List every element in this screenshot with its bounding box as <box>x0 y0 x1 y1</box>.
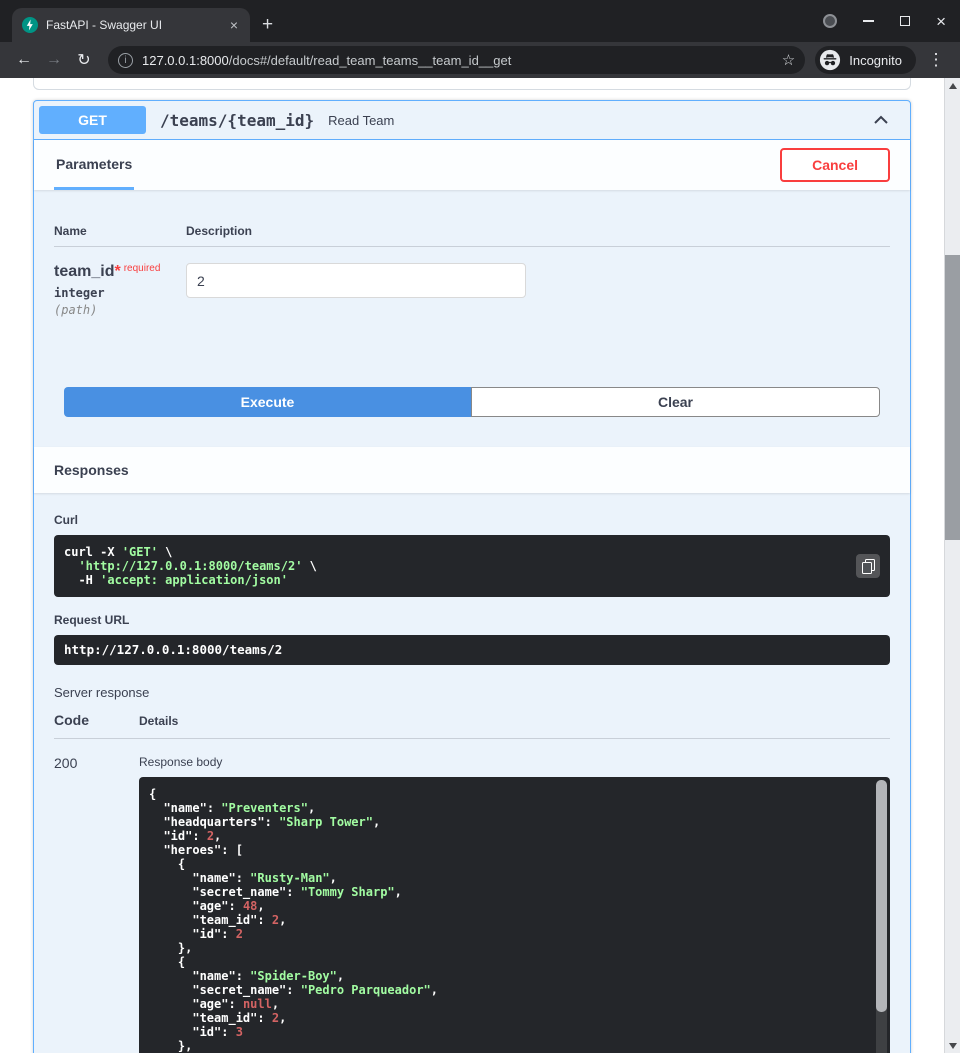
parameter-meta: team_id*required integer (path) <box>54 263 186 317</box>
endpoint-summary: Read Team <box>328 113 394 128</box>
execute-button[interactable]: Execute <box>64 387 471 417</box>
team-id-input[interactable] <box>186 263 526 298</box>
responses-body: Curl curl -X 'GET' \ 'http://127.0.0.1:8… <box>34 493 910 1053</box>
tab-close-icon[interactable]: × <box>228 18 240 32</box>
page-content: GET /teams/{team_id} Read Team Parameter… <box>0 78 960 1053</box>
url-path: /docs#/default/read_team_teams__team_id_… <box>229 53 512 68</box>
previous-section-bottom-edge <box>33 78 911 90</box>
collapse-chevron-icon[interactable] <box>871 110 891 130</box>
page-scrollbar[interactable] <box>944 78 960 1053</box>
code-column-header: Code <box>54 712 139 728</box>
url-bar[interactable]: i 127.0.0.1:8000/docs#/default/read_team… <box>108 46 805 74</box>
clear-button[interactable]: Clear <box>471 387 880 417</box>
opblock-summary[interactable]: GET /teams/{team_id} Read Team <box>34 101 910 140</box>
response-body-label: Response body <box>139 755 890 769</box>
name-column-header: Name <box>54 224 186 238</box>
fastapi-favicon-icon <box>22 17 38 33</box>
url-text: 127.0.0.1:8000/docs#/default/read_team_t… <box>142 53 773 68</box>
window-titlebar: FastAPI - Swagger UI × + × <box>0 0 960 42</box>
parameter-row: team_id*required integer (path) <box>54 247 890 317</box>
browser-toolbar: ← → ↻ i 127.0.0.1:8000/docs#/default/rea… <box>0 42 960 78</box>
execute-row: Execute Clear <box>64 387 880 417</box>
method-badge: GET <box>39 106 146 134</box>
status-code: 200 <box>54 755 139 1053</box>
endpoint-path: /teams/{team_id} <box>160 111 314 130</box>
tab-parameters[interactable]: Parameters <box>54 140 134 190</box>
request-url-block: http://127.0.0.1:8000/teams/2 <box>54 635 890 665</box>
curl-command-block: curl -X 'GET' \ 'http://127.0.0.1:8000/t… <box>54 535 890 597</box>
required-label: required <box>124 263 161 274</box>
cancel-button[interactable]: Cancel <box>780 148 890 182</box>
responses-title: Responses <box>54 462 129 478</box>
bookmark-star-icon[interactable]: ☆ <box>782 51 795 69</box>
responses-section-header: Responses <box>34 447 910 493</box>
response-body-block: { "name": "Preventers", "headquarters": … <box>139 777 890 1053</box>
response-body-scrollbar-thumb[interactable] <box>876 780 887 1012</box>
browser-tab[interactable]: FastAPI - Swagger UI × <box>12 8 250 42</box>
minimize-button[interactable] <box>863 20 874 22</box>
parameters-section-header: Parameters Cancel <box>34 140 910 190</box>
tab-title: FastAPI - Swagger UI <box>46 18 220 32</box>
details-column-header: Details <box>139 714 890 728</box>
response-details-cell: Response body { "name": "Preventers", "h… <box>139 755 890 1053</box>
site-info-icon[interactable]: i <box>118 53 133 68</box>
parameter-type: integer <box>54 286 186 300</box>
incognito-icon <box>819 49 841 71</box>
browser-menu-button[interactable]: ⋮ <box>922 50 950 70</box>
incognito-badge: Incognito <box>815 46 916 74</box>
response-body-scrollbar[interactable] <box>876 780 887 1053</box>
back-button[interactable]: ← <box>10 51 38 69</box>
reload-button[interactable]: ↻ <box>70 50 98 70</box>
url-host: 127.0.0.1:8000 <box>142 53 229 68</box>
copy-to-clipboard-button[interactable] <box>856 554 880 578</box>
scroll-up-button[interactable] <box>945 78 960 93</box>
browser-status-circle-icon[interactable] <box>823 14 837 28</box>
server-response-label: Server response <box>54 685 890 700</box>
incognito-label: Incognito <box>849 53 902 68</box>
opblock-get-teams: GET /teams/{team_id} Read Team Parameter… <box>33 100 911 1053</box>
page-scrollbar-thumb[interactable] <box>945 255 960 540</box>
parameters-body: Name Description team_id*required intege… <box>34 190 910 447</box>
request-url-label: Request URL <box>54 613 890 627</box>
curl-label: Curl <box>54 513 890 527</box>
response-row: 200 Response body { "name": "Preventers"… <box>54 739 890 1053</box>
window-controls: × <box>823 0 946 42</box>
forward-button[interactable]: → <box>40 51 68 69</box>
parameters-table-header: Name Description <box>54 210 890 247</box>
scroll-down-button[interactable] <box>945 1038 960 1053</box>
parameter-value-cell <box>186 263 890 317</box>
parameter-location: (path) <box>54 303 186 317</box>
description-column-header: Description <box>186 224 890 238</box>
parameter-name: team_id*required <box>54 263 186 281</box>
required-asterisk: * <box>114 263 120 280</box>
window-close-button[interactable]: × <box>936 13 946 30</box>
request-url-value: http://127.0.0.1:8000/teams/2 <box>64 642 282 657</box>
response-table-header: Code Details <box>54 700 890 739</box>
maximize-button[interactable] <box>900 16 910 26</box>
new-tab-button[interactable]: + <box>262 15 273 34</box>
